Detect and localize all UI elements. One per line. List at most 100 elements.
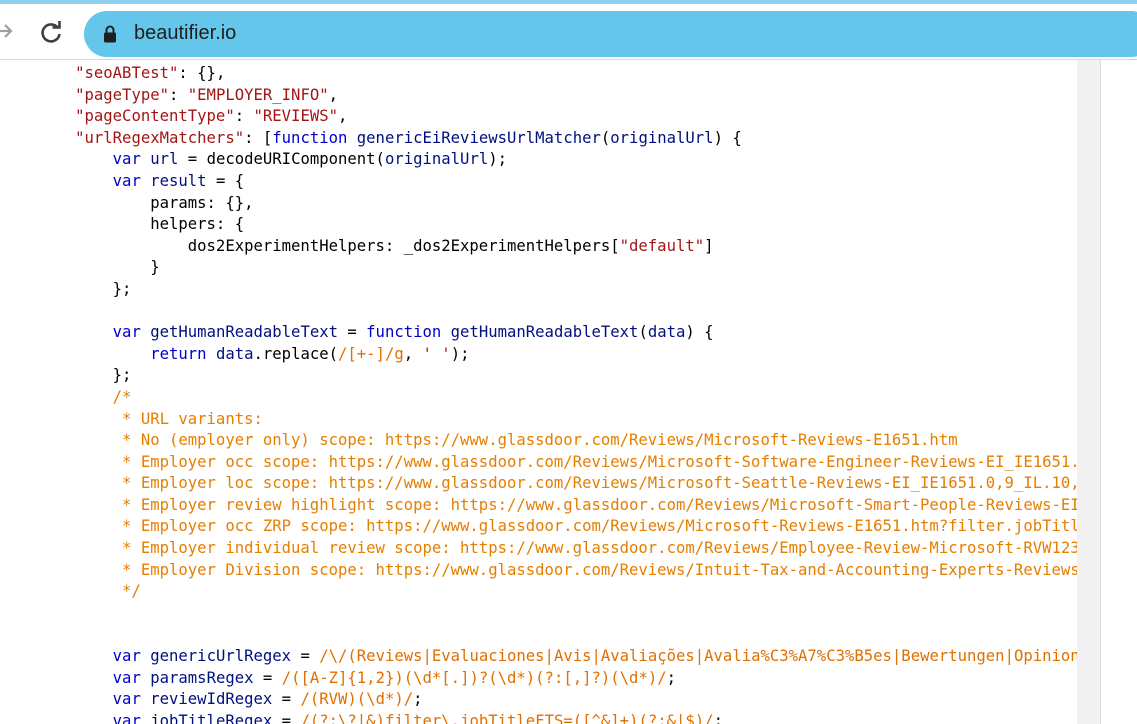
code-line: return data.replace(/[+-]/g, ' ');	[0, 344, 1077, 366]
code-token: "EMPLOYER_INFO"	[187, 85, 329, 104]
code-token: result	[150, 171, 207, 190]
code-token: }	[0, 258, 160, 277]
code-token: * URL variants:	[0, 409, 263, 428]
code-line: * URL variants:	[0, 409, 1077, 431]
address-bar[interactable]: beautifier.io	[84, 11, 1137, 57]
code-token: /[+-]/g	[338, 344, 404, 363]
code-token: "pageContentType"	[75, 107, 235, 126]
code-line: var jobTitleRegex = /(?:\?|&)filter\.job…	[0, 711, 1077, 724]
code-line: helpers: {	[0, 214, 1077, 236]
code-token: "pageType"	[75, 85, 169, 104]
code-token: getHumanReadableText	[150, 323, 338, 342]
code-line: var reviewIdRegex = /(RVW)(\d*)/;	[0, 689, 1077, 711]
code-token: ;	[666, 668, 676, 687]
code-token: dos2ExperimentHelpers: _dos2ExperimentHe…	[0, 236, 620, 255]
code-token: /(?:\?|&)filter\.jobTitleFTS=([^&]+)(?:&…	[300, 711, 714, 724]
code-token: (	[638, 323, 648, 342]
code-token: "REVIEWS"	[253, 107, 339, 126]
code-view: "seoABTest": {}, "pageType": "EMPLOYER_I…	[0, 63, 1077, 724]
code-line: var paramsRegex = /([A-Z]{1,2})(\d*[.])?…	[0, 668, 1077, 690]
code-token: ) {	[713, 128, 742, 147]
forward-arrow-icon[interactable]	[0, 20, 16, 42]
code-token: data	[215, 344, 254, 363]
code-token: : [	[244, 128, 273, 147]
code-token: * Employer occ scope: https://www.glassd…	[122, 452, 1077, 471]
browser-toolbar: beautifier.io	[0, 0, 1137, 60]
code-token: "urlRegexMatchers"	[75, 128, 245, 147]
code-token: function	[366, 323, 442, 342]
code-token: =	[272, 690, 301, 709]
lock-icon[interactable]	[102, 25, 118, 43]
code-token: /(RVW)(\d*)/	[300, 690, 414, 709]
code-line: * Employer occ scope: https://www.glassd…	[0, 452, 1077, 474]
code-line: /*	[0, 387, 1077, 409]
code-token: genericUrlRegex	[150, 647, 292, 666]
code-token: reviewIdRegex	[150, 690, 273, 709]
code-line: "pageType": "EMPLOYER_INFO",	[0, 85, 1077, 107]
code-token: "default"	[619, 236, 705, 255]
code-token: * Employer Division scope: https://www.g…	[122, 560, 1077, 579]
code-token: =	[253, 668, 282, 687]
code-token: "seoABTest"	[75, 64, 179, 82]
code-token: helpers: {	[0, 215, 245, 234]
code-token: var	[112, 668, 141, 687]
code-line: var url = decodeURIComponent(originalUrl…	[0, 149, 1077, 171]
code-token: ,	[403, 344, 423, 363]
code-token: /*	[0, 387, 132, 406]
code-token: data	[647, 323, 686, 342]
scrollbar[interactable]	[1077, 60, 1101, 724]
reload-icon[interactable]	[38, 20, 64, 46]
code-line: var getHumanReadableText = function getH…	[0, 322, 1077, 344]
code-token: * No (employer only) scope: https://www.…	[0, 431, 958, 450]
code-token: (	[600, 128, 611, 147]
code-line: * Employer occ ZRP scope: https://www.gl…	[0, 516, 1077, 538]
code-line: "pageContentType": "REVIEWS",	[0, 106, 1077, 128]
code-token: originalUrl	[384, 150, 489, 169]
code-token: ]	[704, 236, 714, 255]
code-token: url	[150, 150, 179, 169]
code-line: var genericUrlRegex = /\/(Reviews|Evalua…	[0, 646, 1077, 668]
code-token: var	[112, 171, 141, 190]
code-token: ' '	[422, 344, 451, 363]
code-token: ,	[328, 85, 338, 104]
code-token: : {},	[178, 64, 226, 82]
code-line: var result = {	[0, 171, 1077, 193]
code-token: var	[112, 647, 141, 666]
code-token: function	[272, 128, 348, 147]
code-token: ;	[413, 690, 423, 709]
code-line: };	[0, 279, 1077, 301]
code-token: };	[0, 366, 132, 385]
code-token: =	[338, 323, 367, 342]
code-line: "urlRegexMatchers": [function genericEiR…	[0, 128, 1077, 150]
code-token: = {	[206, 171, 245, 190]
code-token: * Employer loc scope: https://www.glassd…	[122, 474, 1077, 493]
code-line: * Employer individual review scope: http…	[0, 538, 1077, 560]
code-token: .replace(	[253, 344, 339, 363]
code-token: :	[234, 107, 254, 126]
code-line: dos2ExperimentHelpers: _dos2ExperimentHe…	[0, 236, 1077, 258]
code-token: var	[112, 690, 141, 709]
code-line: "seoABTest": {},	[0, 63, 1077, 85]
code-token: paramsRegex	[150, 668, 254, 687]
code-token: ;	[713, 711, 723, 724]
code-token: =	[291, 647, 320, 666]
code-token: params: {},	[0, 193, 254, 212]
